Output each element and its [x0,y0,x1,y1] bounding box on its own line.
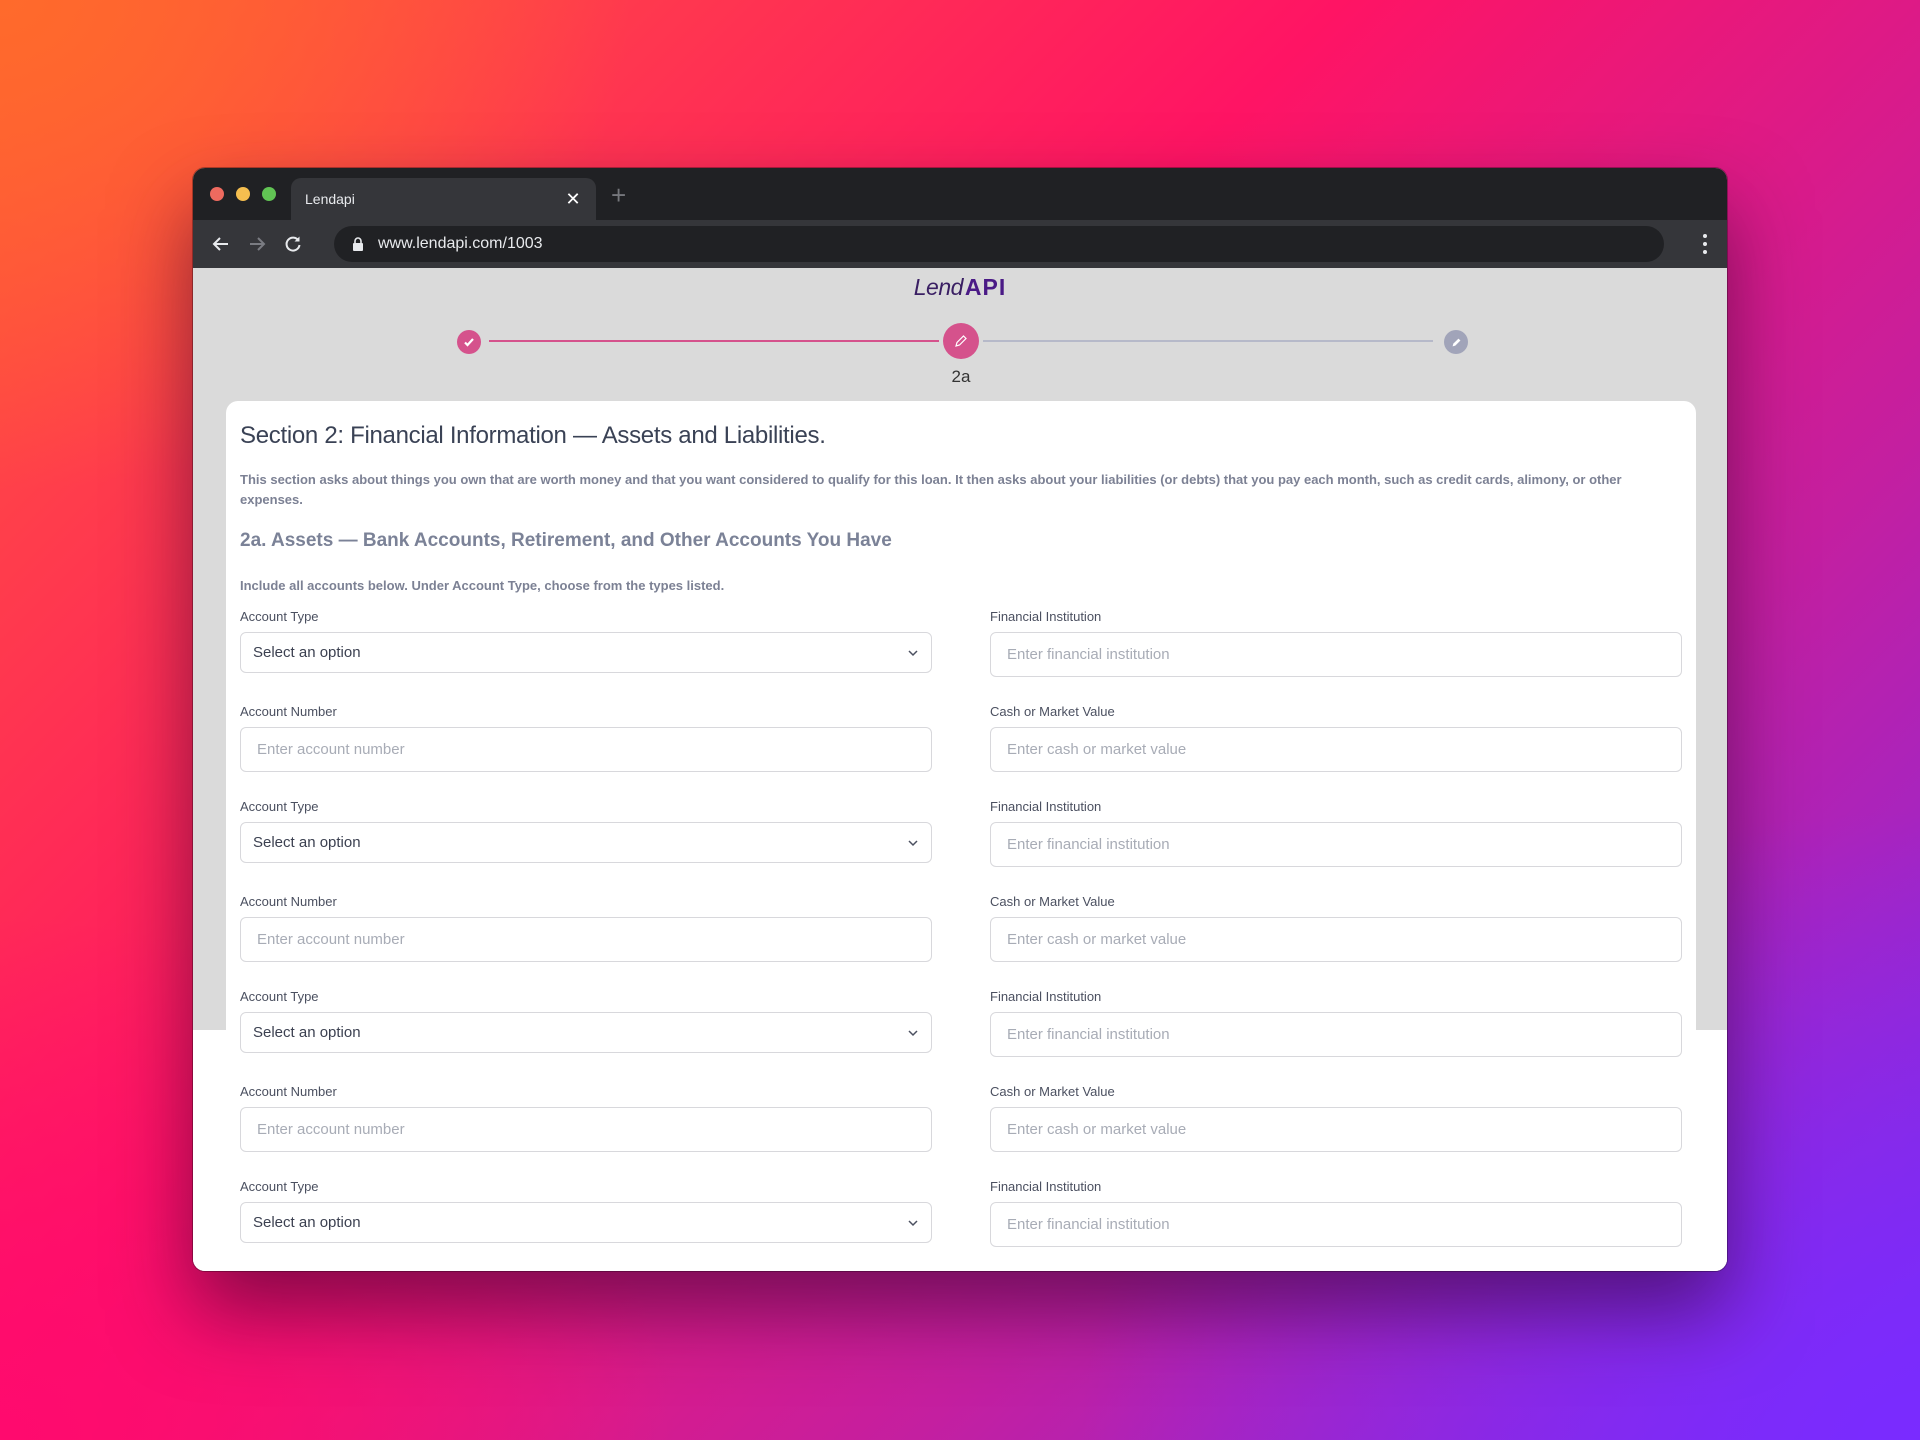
arrow-left-icon [212,237,228,251]
account-type-select[interactable]: Select an option [240,632,932,673]
cash-value-field: Cash or Market Value [990,704,1682,799]
menu-dot [1703,242,1707,246]
financial-institution-label: Financial Institution [990,799,1102,814]
account-type-field: Account Type Select an option [240,799,932,894]
financial-institution-input[interactable] [990,822,1682,867]
account-number-label: Account Number [240,1084,337,1099]
menu-dot [1703,250,1707,254]
select-value: Select an option [253,834,361,851]
lock-icon [353,237,363,251]
financial-institution-label: Financial Institution [990,609,1102,624]
window-controls [210,187,276,201]
browser-window: Lendapi ✕ + www.lendapi.com/1003 LendAPI [193,168,1727,1271]
account-type-label: Account Type [240,799,319,814]
financial-institution-field: Financial Institution [990,1179,1682,1271]
new-tab-button[interactable]: + [611,180,626,211]
maximize-window-button[interactable] [262,187,276,201]
account-number-input[interactable] [240,1107,932,1152]
browser-menu-button[interactable] [1703,234,1707,254]
reload-button[interactable] [275,226,311,262]
account-number-label: Account Number [240,894,337,909]
chevron-down-icon [908,1219,918,1226]
select-value: Select an option [253,1214,361,1231]
url-text: www.lendapi.com/1003 [378,235,543,252]
chevron-down-icon [908,649,918,656]
financial-institution-label: Financial Institution [990,989,1102,1004]
chevron-down-icon [908,1029,918,1036]
account-number-field: Account Number [240,1084,932,1179]
step-active[interactable] [943,323,979,359]
cash-value-input[interactable] [990,1107,1682,1152]
cash-value-field: Cash or Market Value [990,1084,1682,1179]
instructions: Include all accounts below. Under Accoun… [240,578,725,593]
select-value: Select an option [253,1024,361,1041]
stepper-line-completed [489,340,939,342]
cash-value-input[interactable] [990,727,1682,772]
pencil-icon [1452,338,1460,346]
step-label: 2a [951,367,971,386]
financial-institution-input[interactable] [990,632,1682,677]
asset-fields-grid: Account Type Select an option Financial … [240,609,1682,1271]
account-type-label: Account Type [240,609,319,624]
account-type-select[interactable]: Select an option [240,1012,932,1053]
financial-institution-input[interactable] [990,1012,1682,1057]
account-type-field: Account Type Select an option [240,989,932,1084]
tab-bar: Lendapi ✕ + [193,168,1727,220]
financial-institution-input[interactable] [990,1202,1682,1247]
chevron-down-icon [908,839,918,846]
account-type-field: Account Type Select an option [240,1179,932,1271]
account-type-label: Account Type [240,1179,319,1194]
step-pending[interactable] [1444,330,1468,354]
account-type-field: Account Type Select an option [240,609,932,704]
lendapi-logo: LendAPI [193,274,1727,301]
financial-institution-field: Financial Institution [990,799,1682,894]
cash-value-input[interactable] [990,917,1682,962]
financial-institution-field: Financial Institution [990,989,1682,1084]
page-viewport: LendAPI 2a Section 2: Financial Informat… [193,268,1727,1271]
progress-stepper: 2a [193,320,1727,400]
account-type-label: Account Type [240,989,319,1004]
account-number-field: Account Number [240,704,932,799]
tab-title: Lendapi [305,191,355,207]
account-number-input[interactable] [240,727,932,772]
close-tab-icon[interactable]: ✕ [564,189,582,210]
financial-institution-label: Financial Institution [990,1179,1102,1194]
logo-api: API [964,274,1007,300]
cash-value-label: Cash or Market Value [990,1084,1115,1099]
form-card: Section 2: Financial Information — Asset… [226,401,1696,1271]
account-type-select[interactable]: Select an option [240,822,932,863]
account-type-select[interactable]: Select an option [240,1202,932,1243]
cash-value-label: Cash or Market Value [990,894,1115,909]
select-value: Select an option [253,644,361,661]
check-icon [464,338,474,347]
account-number-input[interactable] [240,917,932,962]
subsection-title: 2a. Assets — Bank Accounts, Retirement, … [240,530,892,551]
minimize-window-button[interactable] [236,187,250,201]
forward-button[interactable] [239,226,275,262]
logo-lend: Lend [913,274,964,300]
account-number-field: Account Number [240,894,932,989]
account-number-label: Account Number [240,704,337,719]
menu-dot [1703,234,1707,238]
arrow-right-icon [250,237,266,251]
browser-tab[interactable]: Lendapi ✕ [291,178,596,220]
pencil-icon [955,335,967,347]
back-button[interactable] [203,226,239,262]
browser-toolbar: www.lendapi.com/1003 [193,220,1727,268]
cash-value-label: Cash or Market Value [990,704,1115,719]
section-intro: This section asks about things you own t… [240,472,1622,507]
close-window-button[interactable] [210,187,224,201]
cash-value-field: Cash or Market Value [990,894,1682,989]
section-title: Section 2: Financial Information — Asset… [240,422,826,449]
stepper-line-pending [983,340,1433,342]
financial-institution-field: Financial Institution [990,609,1682,704]
reload-icon [285,236,301,252]
step-completed[interactable] [457,330,481,354]
address-bar[interactable]: www.lendapi.com/1003 [334,226,1664,262]
